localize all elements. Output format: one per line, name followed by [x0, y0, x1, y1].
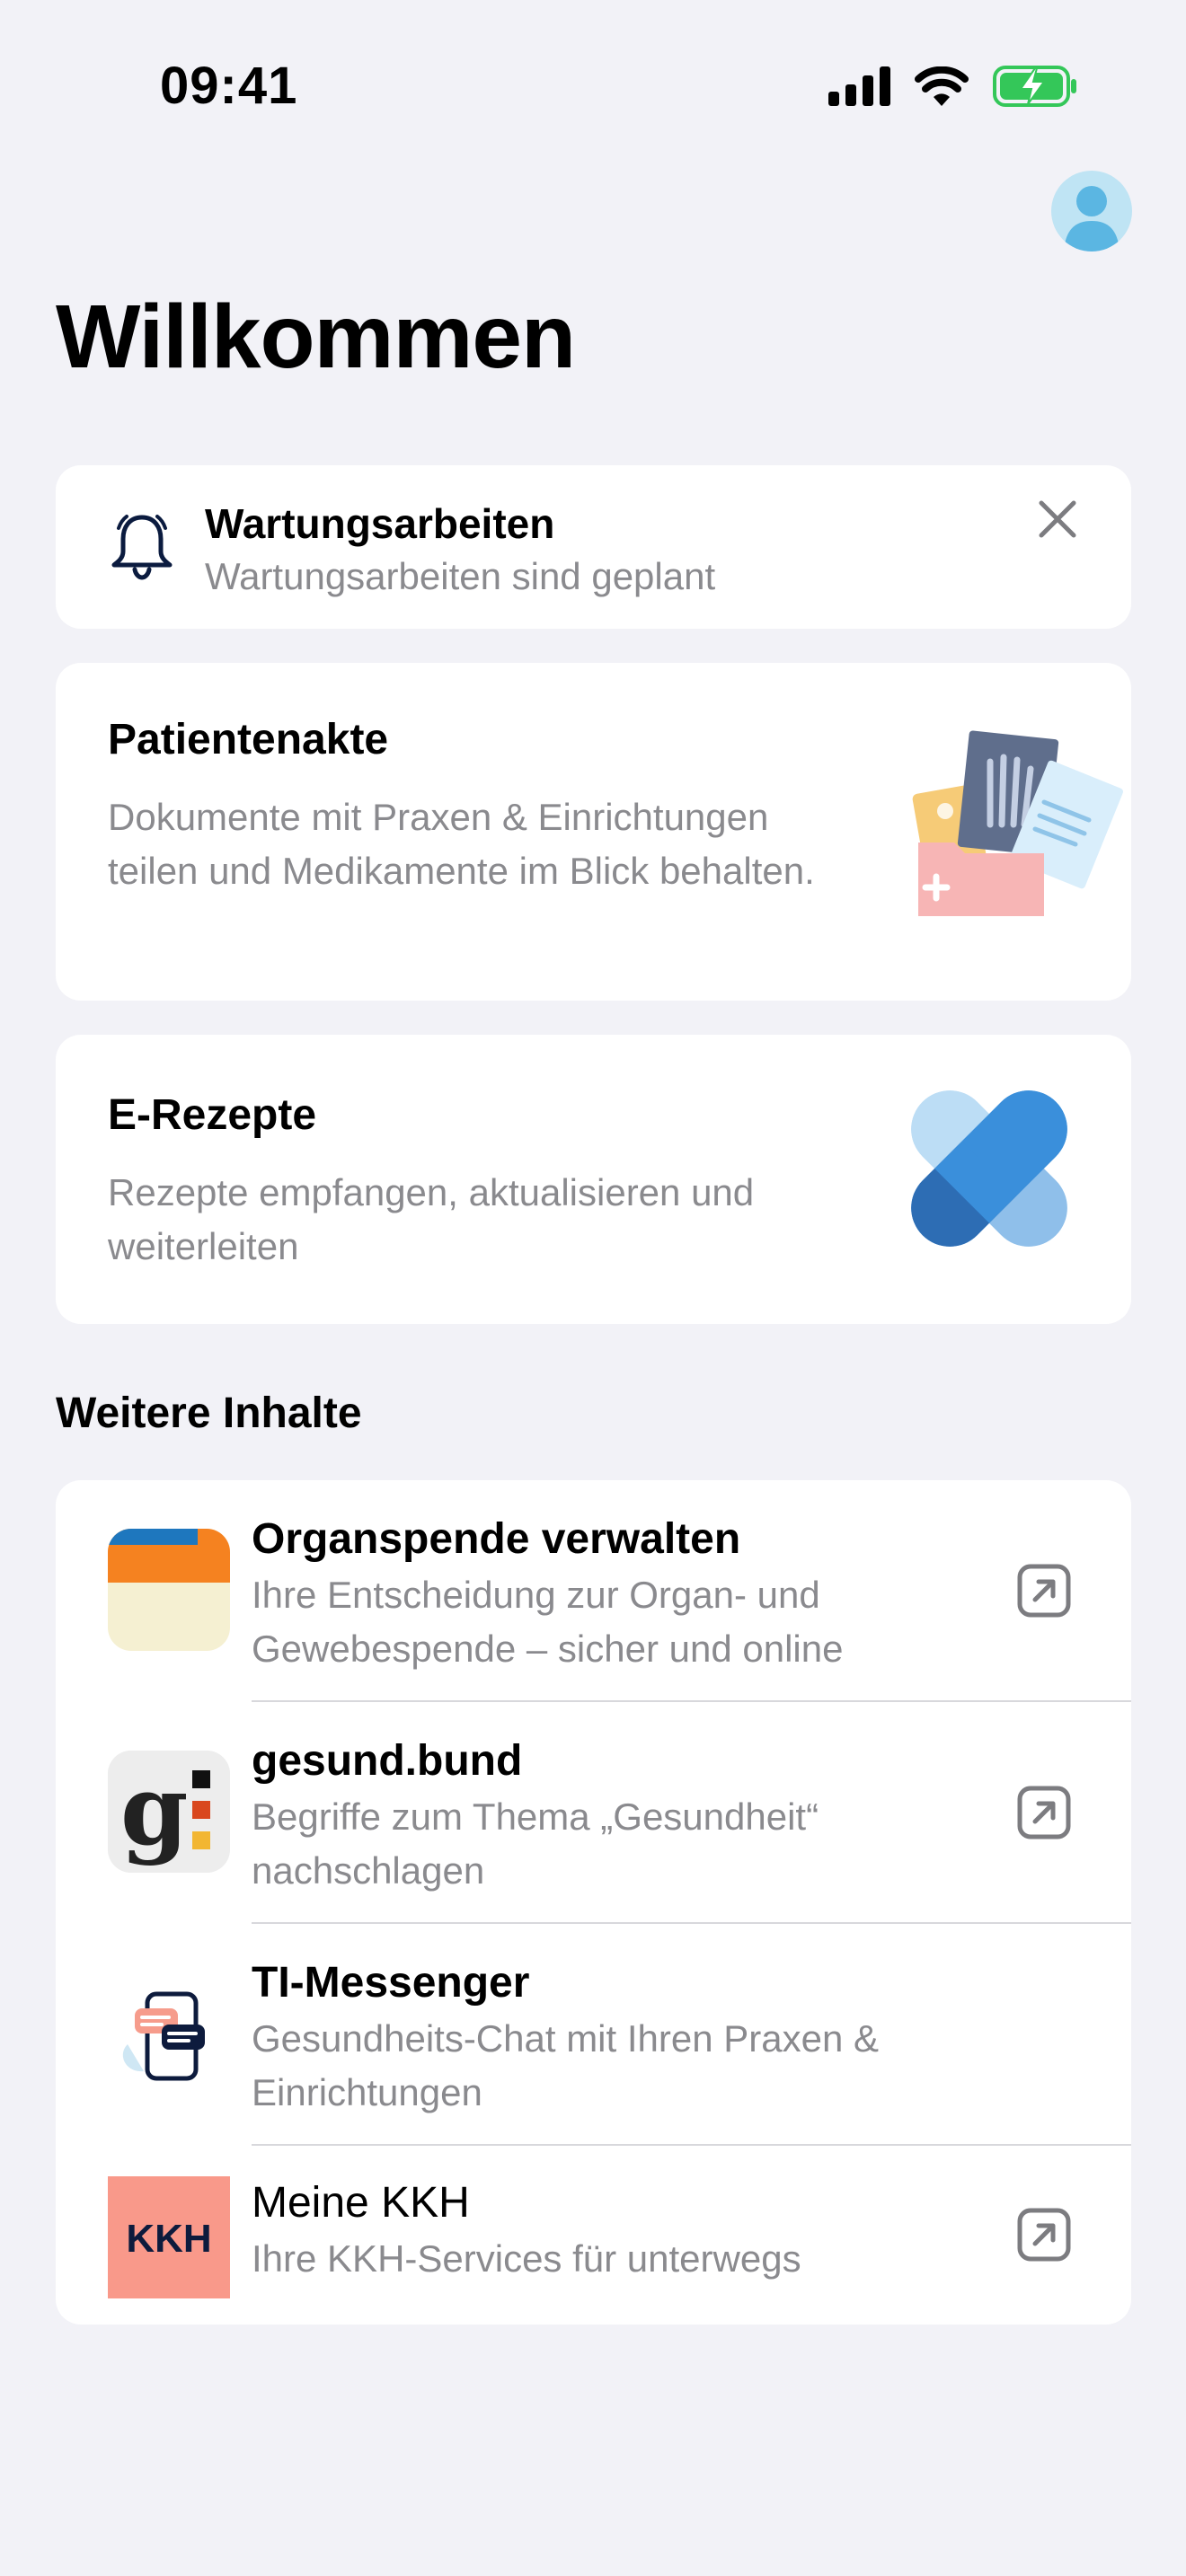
gesund-bund-app-icon: g [108, 1751, 230, 1873]
list-item-gesund-bund[interactable]: g gesund.bund Begriffe zum Thema „Gesund… [56, 1702, 1131, 1922]
list-item-ti-messenger[interactable]: TI-Messenger Gesundheits-Chat mit Ihren … [56, 1924, 1131, 2144]
person-icon [1064, 186, 1120, 251]
list-item-organspende[interactable]: Organspende verwalten Ihre Entscheidung … [56, 1480, 1131, 1701]
meine-kkh-description: Ihre KKH-Services für unterwegs [252, 2237, 801, 2280]
e-rezepte-title: E-Rezepte [108, 1091, 317, 1139]
svg-text:g: g [120, 1754, 189, 1867]
ti-messenger-app-icon [108, 1972, 230, 2095]
bell-icon [111, 515, 173, 580]
kkh-logo-text: KKH [126, 2217, 211, 2261]
pill-cross-illustration [911, 1090, 1067, 1247]
wifi-icon [915, 66, 969, 106]
organspende-title: Organspende verwalten [252, 1515, 741, 1563]
signal-icon [828, 66, 890, 106]
battery-charging-icon [993, 66, 1076, 107]
external-link-icon [1017, 1564, 1071, 1618]
patientenakte-title: Patientenakte [108, 716, 389, 763]
status-time: 09:41 [160, 57, 298, 115]
organspende-app-icon [108, 1529, 230, 1651]
gesund-bund-title: gesund.bund [252, 1737, 523, 1785]
section-title-weitere-inhalte: Weitere Inhalte [56, 1389, 362, 1437]
external-link-icon [1017, 2208, 1071, 2262]
notice-title: Wartungsarbeiten [205, 500, 555, 547]
maintenance-notice[interactable]: Wartungsarbeiten Wartungsarbeiten sind g… [56, 465, 1131, 629]
gesund-bund-description: Begriffe zum Thema „Gesundheit“ nachschl… [252, 1795, 819, 1892]
close-icon[interactable] [1031, 492, 1084, 546]
e-rezepte-card[interactable]: E-Rezepte Rezepte empfangen, aktualisier… [56, 1035, 1131, 1324]
status-icons [828, 63, 1078, 110]
organspende-description: Ihre Entscheidung zur Organ- und Gewebes… [252, 1574, 844, 1670]
page-title: Willkommen [56, 287, 576, 387]
meine-kkh-title: Meine KKH [252, 2179, 470, 2227]
profile-avatar-button[interactable] [1051, 171, 1132, 251]
ti-messenger-title: TI-Messenger [252, 1959, 530, 2007]
kkh-app-icon: KKH [108, 2176, 230, 2298]
documents-folder-illustration [912, 730, 1123, 916]
external-link-icon [1017, 1786, 1071, 1839]
e-rezepte-description: Rezepte empfangen, aktualisieren und wei… [108, 1171, 755, 1267]
status-bar: 09:41 [0, 0, 1186, 171]
patientenakte-card[interactable]: Patientenakte Dokumente mit Praxen & Ein… [56, 663, 1131, 1001]
list-item-meine-kkh[interactable]: KKH Meine KKH Ihre KKH-Services für unte… [56, 2146, 1131, 2325]
notice-subtitle: Wartungsarbeiten sind geplant [205, 555, 716, 597]
weitere-inhalte-list: Organspende verwalten Ihre Entscheidung … [56, 1480, 1131, 2325]
ti-messenger-description: Gesundheits-Chat mit Ihren Praxen & Einr… [252, 2017, 880, 2113]
patientenakte-description: Dokumente mit Praxen & Einrichtungen tei… [108, 796, 815, 892]
